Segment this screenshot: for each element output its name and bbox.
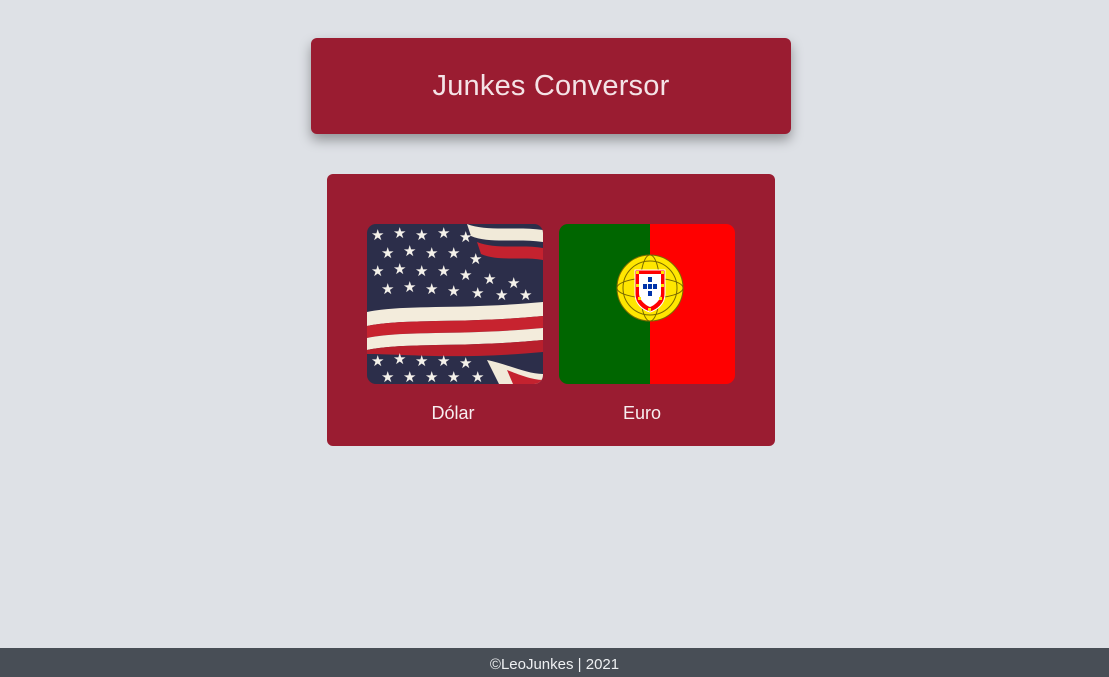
svg-text:★: ★: [415, 226, 428, 244]
usa-flag-icon[interactable]: ★ ★ ★ ★ ★ ★ ★ ★ ★ ★ ★ ★ ★ ★ ★ ★ ★ ★ ★ ★ ★ ★ ★ ★ ★ ★ ★ ★ ★ ★ ★ ★ ★ ★: [367, 224, 543, 384]
svg-text:★: ★: [447, 244, 460, 262]
portugal-flag-icon[interactable]: [559, 224, 735, 384]
svg-text:★: ★: [403, 368, 416, 384]
svg-text:★: ★: [403, 278, 416, 296]
svg-text:★: ★: [437, 262, 450, 280]
svg-text:★: ★: [403, 242, 416, 260]
currency-label-dolar: Dólar: [431, 403, 475, 423]
svg-text:★: ★: [447, 368, 460, 384]
svg-text:★: ★: [425, 244, 438, 262]
currency-option-euro[interactable]: Euro: [559, 224, 735, 424]
svg-text:★: ★: [381, 368, 394, 384]
svg-text:★: ★: [437, 224, 450, 242]
svg-text:★: ★: [371, 262, 384, 280]
footer: ©LeoJunkes | 2021: [0, 648, 1109, 677]
app-page: Junkes Conversor ★ ★ ★ ★ ★ ★ ★ ★ ★ ★ ★ ★…: [0, 0, 1109, 677]
footer-copyright: ©LeoJunkes | 2021: [489, 656, 620, 673]
svg-text:★: ★: [371, 226, 384, 244]
app-title: Junkes Conversor: [432, 69, 670, 102]
svg-text:★: ★: [471, 284, 484, 302]
svg-text:★: ★: [471, 368, 484, 384]
currency-label-euro: Euro: [622, 403, 662, 423]
svg-text:★: ★: [459, 266, 472, 284]
svg-text:★: ★: [425, 368, 438, 384]
svg-text:★: ★: [459, 228, 472, 246]
svg-text:★: ★: [415, 262, 428, 280]
svg-text:★: ★: [519, 286, 532, 304]
svg-text:★: ★: [495, 286, 508, 304]
svg-text:★: ★: [393, 224, 406, 242]
svg-text:★: ★: [393, 260, 406, 278]
currency-option-dolar[interactable]: ★ ★ ★ ★ ★ ★ ★ ★ ★ ★ ★ ★ ★ ★ ★ ★ ★ ★ ★ ★ ★ ★ ★ ★ ★ ★ ★ ★ ★ ★ ★ ★ ★ ★ …: [367, 224, 543, 424]
svg-text:★: ★: [425, 280, 438, 298]
app-header: Junkes Conversor: [311, 38, 791, 134]
svg-text:★: ★: [393, 350, 406, 368]
currency-panel: ★ ★ ★ ★ ★ ★ ★ ★ ★ ★ ★ ★ ★ ★ ★ ★ ★ ★ ★ ★ ★ ★ ★ ★ ★ ★ ★ ★ ★ ★ ★ ★ ★ ★ …: [327, 174, 775, 446]
svg-text:★: ★: [381, 280, 394, 298]
svg-text:★: ★: [447, 282, 460, 300]
